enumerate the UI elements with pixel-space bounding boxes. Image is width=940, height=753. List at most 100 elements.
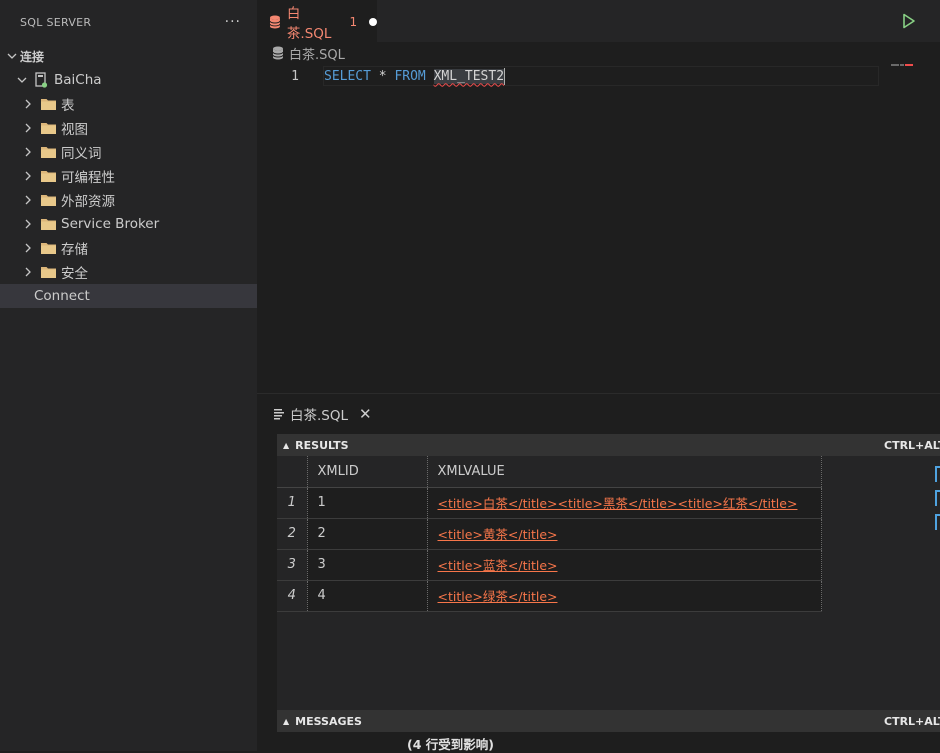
- editor-tabbar: 白茶.SQL 1: [257, 0, 940, 42]
- results-header-label: RESULTS: [295, 438, 349, 452]
- folder-label: Service Broker: [61, 216, 160, 232]
- folder-icon: [41, 267, 56, 278]
- cell-xmlid[interactable]: 2: [306, 518, 427, 550]
- cell-xmlid[interactable]: 1: [306, 487, 427, 519]
- chevron-right-icon[interactable]: [20, 147, 36, 157]
- chevron-right-icon[interactable]: [20, 171, 36, 181]
- folder-node[interactable]: 同义词: [0, 140, 257, 164]
- breadcrumb[interactable]: 白茶.SQL: [257, 42, 940, 64]
- results-tabbar: 白茶.SQL ✕: [257, 394, 940, 434]
- server-node-baicha[interactable]: BaiCha: [0, 68, 257, 92]
- folder-label: 外部资源: [61, 194, 115, 210]
- tab-label: 白茶.SQL: [286, 5, 332, 42]
- results-shortcut: CTRL+ALT+R: [884, 438, 940, 452]
- collapse-triangle-icon[interactable]: ▲: [283, 717, 289, 726]
- chevron-right-icon[interactable]: [20, 219, 36, 229]
- folder-icon: [41, 123, 56, 134]
- table-row[interactable]: 2 2 <title>黄茶</title>: [277, 518, 822, 550]
- sql-code[interactable]: SELECT * FROM XML_TEST2: [324, 67, 506, 85]
- more-actions-icon[interactable]: ···: [225, 14, 241, 30]
- minimap-marker: [891, 64, 913, 66]
- code-line-1[interactable]: 1 SELECT * FROM XML_TEST2: [257, 66, 940, 86]
- line-number: 1: [291, 68, 299, 84]
- folder-icon: [41, 243, 56, 254]
- table-row[interactable]: 1 1 <title>白茶</title><title>黑茶</title><tit…: [277, 487, 822, 519]
- folder-label: 视图: [61, 122, 88, 138]
- results-section-header[interactable]: ▲ RESULTS CTRL+ALT+R: [277, 434, 940, 456]
- chevron-right-icon[interactable]: [20, 123, 36, 133]
- save-as-json-icon[interactable]: [935, 490, 940, 506]
- rows-affected-message: (4 行受到影响): [407, 737, 494, 752]
- xml-value-link[interactable]: <title>黄茶</title>: [438, 527, 558, 542]
- chevron-right-icon[interactable]: [20, 99, 36, 109]
- folder-node[interactable]: 外部资源: [0, 188, 257, 212]
- messages-shortcut: CTRL+ALT+Y: [884, 714, 940, 728]
- unsaved-dot-icon[interactable]: [369, 17, 378, 26]
- server-label: BaiCha: [54, 72, 102, 88]
- close-icon[interactable]: ✕: [359, 405, 372, 423]
- cell-xmlvalue[interactable]: <title>蓝茶</title>: [426, 549, 822, 581]
- chevron-right-icon[interactable]: [20, 243, 36, 253]
- tab-baicha-sql[interactable]: 白茶.SQL 1: [257, 0, 378, 42]
- server-icon: [35, 72, 48, 88]
- explorer-header: SQL SERVER ···: [0, 0, 257, 44]
- column-header-xmlid[interactable]: XMLID: [306, 456, 427, 488]
- results-grid[interactable]: XMLID XMLVALUE 1 1 <title>白茶</title><title…: [277, 456, 822, 612]
- cell-xmlid[interactable]: 4: [306, 580, 427, 612]
- table-row[interactable]: 3 3 <title>蓝茶</title>: [277, 549, 822, 581]
- save-as-csv-icon[interactable]: [935, 466, 940, 482]
- column-header-xmlvalue[interactable]: XMLVALUE: [426, 456, 822, 488]
- row-number-header[interactable]: [277, 456, 307, 488]
- explorer-title: SQL SERVER: [20, 15, 92, 29]
- chevron-right-icon[interactable]: [20, 195, 36, 205]
- save-as-excel-icon[interactable]: [935, 514, 940, 530]
- folder-icon: [41, 171, 56, 182]
- row-number[interactable]: 1: [277, 487, 307, 519]
- sql-server-explorer: SQL SERVER ··· 连接 BaiCha 表视图同义词可编程性外部资源 S…: [0, 0, 257, 751]
- table-row[interactable]: 4 4 <title>绿茶</title>: [277, 580, 822, 612]
- folder-label: 可编程性: [61, 170, 115, 186]
- chevron-right-icon[interactable]: [20, 267, 36, 277]
- keyword-from: FROM: [394, 68, 426, 84]
- editor-group: 白茶.SQL 1 白茶.SQL 1 SELECT * FROM XML_TEST…: [257, 0, 940, 393]
- messages-section-header[interactable]: ▲ MESSAGES CTRL+ALT+Y: [277, 710, 940, 732]
- folder-node[interactable]: Service Broker: [0, 212, 257, 236]
- xml-value-link[interactable]: <title>白茶</title><title>黑茶</title><title…: [438, 496, 798, 511]
- table-name: XML_TEST2: [433, 68, 505, 84]
- xml-value-link[interactable]: <title>绿茶</title>: [438, 589, 558, 604]
- connections-section[interactable]: 连接: [0, 44, 257, 68]
- folder-icon: [41, 219, 56, 230]
- folder-icon: [41, 147, 56, 158]
- chevron-down-icon[interactable]: [4, 51, 20, 61]
- folder-node[interactable]: 存储: [0, 236, 257, 260]
- xml-value-link[interactable]: <title>蓝茶</title>: [438, 558, 558, 573]
- results-grid-area: XMLID XMLVALUE 1 1 <title>白茶</title><title…: [277, 456, 940, 710]
- grid-header-row: XMLID XMLVALUE: [277, 456, 822, 488]
- folder-node[interactable]: 可编程性: [0, 164, 257, 188]
- cell-xmlvalue[interactable]: <title>白茶</title><title>黑茶</title><title…: [426, 487, 822, 519]
- run-query-icon[interactable]: [902, 13, 916, 29]
- folder-node[interactable]: 视图: [0, 116, 257, 140]
- folder-label: 安全: [61, 266, 88, 282]
- connect-item[interactable]: Connect: [0, 284, 257, 308]
- text-cursor: [504, 67, 506, 85]
- folder-label: 同义词: [61, 146, 102, 162]
- folder-icon: [41, 99, 56, 110]
- folder-label: 表: [61, 98, 75, 114]
- keyword-select: SELECT: [324, 68, 371, 84]
- cell-xmlid[interactable]: 3: [306, 549, 427, 581]
- breadcrumb-file[interactable]: 白茶.SQL: [289, 44, 345, 63]
- connections-label: 连接: [20, 49, 45, 64]
- database-icon: [272, 46, 284, 60]
- row-number[interactable]: 3: [277, 549, 307, 581]
- results-tab-label[interactable]: 白茶.SQL: [290, 404, 348, 424]
- row-number[interactable]: 4: [277, 580, 307, 612]
- row-number[interactable]: 2: [277, 518, 307, 550]
- chevron-down-icon[interactable]: [14, 75, 30, 85]
- cell-xmlvalue[interactable]: <title>绿茶</title>: [426, 580, 822, 612]
- connect-label: Connect: [34, 288, 90, 304]
- collapse-triangle-icon[interactable]: ▲: [283, 441, 289, 450]
- folder-node[interactable]: 表: [0, 92, 257, 116]
- cell-xmlvalue[interactable]: <title>黄茶</title>: [426, 518, 822, 550]
- folder-node[interactable]: 安全: [0, 260, 257, 284]
